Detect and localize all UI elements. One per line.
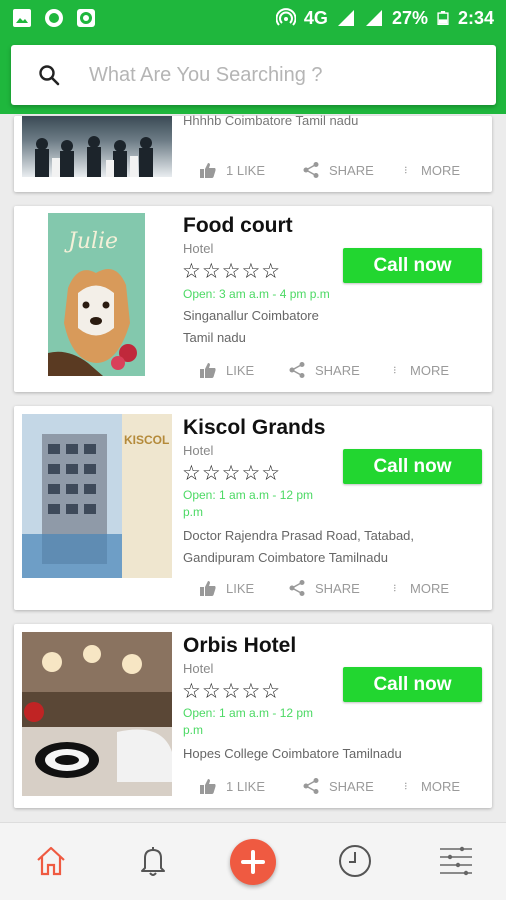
hotspot-icon <box>275 8 296 26</box>
listing-card[interactable]: Julie Food court Hotel ☆☆☆☆☆ Open: 3 am … <box>14 206 492 392</box>
listing-category: Hotel <box>183 443 214 458</box>
share-icon <box>303 778 319 794</box>
more-button[interactable]: MORE <box>404 777 460 795</box>
search-input[interactable] <box>89 63 469 87</box>
rating-stars[interactable]: ☆☆☆☆☆ <box>182 679 281 704</box>
listing-title: Food court <box>183 214 293 237</box>
more-button[interactable]: MORE <box>393 579 449 597</box>
like-button[interactable]: 1 LIKE <box>199 777 265 795</box>
share-button[interactable]: SHARE <box>302 161 374 179</box>
bottom-navigation <box>0 822 506 900</box>
listing-title: Kiscol Grands <box>183 416 326 439</box>
listing-address: Hopes College Coimbatore Tamilnadu <box>183 746 402 761</box>
add-icon <box>241 850 265 874</box>
open-hours: Open: 1 am a.m - 12 pm p.m <box>183 706 314 737</box>
like-button[interactable]: LIKE <box>199 361 254 379</box>
nav-filter[interactable] <box>436 841 476 881</box>
share-label: SHARE <box>329 778 374 794</box>
more-button[interactable]: MORE <box>393 361 449 379</box>
more-vert-icon <box>405 782 407 790</box>
like-label: LIKE <box>226 362 255 378</box>
listing-image: Julie <box>48 213 145 376</box>
nav-add-button[interactable] <box>230 839 276 885</box>
rating-stars[interactable]: ☆☆☆☆☆ <box>182 259 281 284</box>
nav-notifications[interactable] <box>133 841 173 881</box>
more-button[interactable]: MORE <box>404 161 460 179</box>
share-button[interactable]: SHARE <box>288 579 360 597</box>
like-button[interactable]: 1 LIKE <box>199 161 265 179</box>
share-icon <box>289 362 305 378</box>
listing-category: Hotel <box>183 241 214 256</box>
thumbs-up-icon <box>200 779 216 794</box>
share-label: SHARE <box>329 162 374 178</box>
more-vert-icon <box>394 584 396 592</box>
more-label: MORE <box>410 362 449 378</box>
search-icon[interactable] <box>37 63 61 87</box>
signal-icon <box>337 10 354 26</box>
poster-title: Julie <box>64 229 118 254</box>
listing-title: Orbis Hotel <box>183 634 297 657</box>
battery-level: 27% <box>391 7 428 28</box>
home-icon <box>37 846 65 876</box>
thumbs-up-icon <box>200 581 216 596</box>
share-button[interactable]: SHARE <box>288 361 360 379</box>
like-label: LIKE <box>226 580 255 596</box>
rating-stars[interactable]: ☆☆☆☆☆ <box>182 461 281 486</box>
circle-app-icon <box>45 9 63 27</box>
listing-card[interactable]: Hhhhb Coimbatore Tamil nadu 1 LIKE SHARE… <box>14 113 492 192</box>
listing-actions: LIKE SHARE MORE <box>14 361 492 383</box>
thumbs-up-icon <box>200 163 216 178</box>
share-icon <box>303 162 319 178</box>
listing-category: Hotel <box>183 661 214 676</box>
signal-icon-2 <box>365 10 382 26</box>
listing-address: Hhhhb Coimbatore Tamil nadu <box>183 113 359 128</box>
listing-image <box>22 632 172 796</box>
share-label: SHARE <box>315 580 360 596</box>
share-button[interactable]: SHARE <box>302 777 374 795</box>
like-button[interactable]: LIKE <box>199 579 254 597</box>
open-hours: Open: 3 am a.m - 4 pm p.m <box>183 287 330 301</box>
listing-actions: 1 LIKE SHARE MORE <box>14 161 492 183</box>
share-label: SHARE <box>315 362 360 378</box>
history-icon <box>339 845 371 877</box>
call-now-button[interactable]: Call now <box>343 667 482 702</box>
more-label: MORE <box>410 580 449 596</box>
listing-card[interactable]: Orbis Hotel Hotel ☆☆☆☆☆ Open: 1 am a.m -… <box>14 624 492 808</box>
clock: 2:34 <box>457 7 494 28</box>
more-label: MORE <box>421 162 460 178</box>
search-bar[interactable] <box>11 45 496 105</box>
filter-icon <box>440 846 472 876</box>
more-vert-icon <box>405 166 407 174</box>
network-type: 4G <box>303 7 328 28</box>
status-bar: 4G 27% 2:34 <box>0 0 506 36</box>
nav-history[interactable] <box>335 841 375 881</box>
listing-address: Singanallur Coimbatore Tamil nadu <box>183 308 319 345</box>
record-icon <box>77 9 95 27</box>
more-label: MORE <box>421 778 460 794</box>
more-vert-icon <box>394 366 396 374</box>
nav-home[interactable] <box>31 841 71 881</box>
like-label: 1 LIKE <box>226 778 266 794</box>
share-icon <box>289 580 305 596</box>
thumbs-up-icon <box>200 363 216 378</box>
listing-card[interactable]: KISCOL GRANDS Kiscol Grands Hotel ☆☆☆☆☆ … <box>14 406 492 610</box>
like-label: 1 LIKE <box>226 162 266 178</box>
listing-image: KISCOL GRANDS <box>22 414 172 578</box>
bell-icon <box>141 847 165 876</box>
hotel-logo-text: KISCOL GRANDS <box>124 433 172 447</box>
image-icon <box>13 9 31 27</box>
open-hours: Open: 1 am a.m - 12 pm p.m <box>183 488 314 519</box>
battery-icon <box>437 11 449 25</box>
listing-address: Doctor Rajendra Prasad Road, Tatabad, Ga… <box>183 528 415 565</box>
listing-actions: LIKE SHARE MORE <box>14 579 492 601</box>
call-now-button[interactable]: Call now <box>343 248 482 283</box>
call-now-button[interactable]: Call now <box>343 449 482 484</box>
listing-actions: 1 LIKE SHARE MORE <box>14 777 492 799</box>
